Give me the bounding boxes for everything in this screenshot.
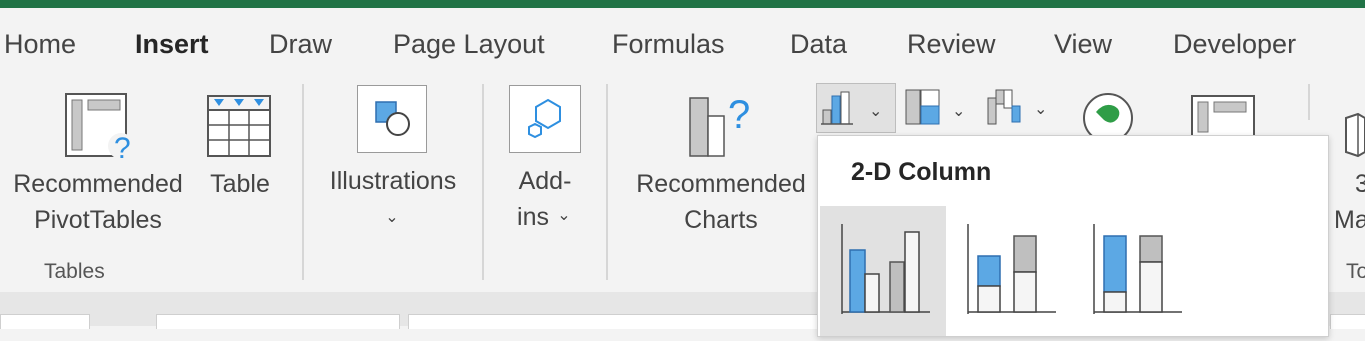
group-divider — [1308, 84, 1310, 120]
tab-draw[interactable]: Draw — [269, 26, 332, 62]
hierarchy-chart-button[interactable]: ⌄ — [904, 86, 970, 132]
3d-map-label-1[interactable]: 3 — [1355, 166, 1365, 202]
formula-bar-controls[interactable] — [156, 314, 400, 329]
tables-group-label: Tables — [44, 260, 105, 283]
app-top-accent-bar — [0, 0, 1365, 8]
group-divider — [606, 84, 608, 280]
tab-review[interactable]: Review — [907, 26, 996, 62]
illustrations-chevron-icon[interactable]: ⌄ — [380, 200, 404, 236]
column-chart-gallery: 2-D Column — [817, 135, 1329, 337]
addins-hexagon-icon — [528, 98, 561, 139]
clustered-column-option[interactable] — [820, 206, 946, 336]
shapes-icon — [375, 101, 410, 136]
gallery-section-header: 2-D Column — [851, 158, 992, 186]
group-divider — [302, 84, 304, 280]
tab-data[interactable]: Data — [790, 26, 847, 62]
tab-home[interactable]: Home — [4, 26, 76, 62]
formula-input-right[interactable] — [1330, 314, 1365, 329]
pivotchart-button[interactable] — [1190, 94, 1262, 136]
tab-formulas[interactable]: Formulas — [612, 26, 725, 62]
recommended-charts-label-1[interactable]: Recommended — [628, 166, 814, 202]
tab-page-layout[interactable]: Page Layout — [393, 26, 545, 62]
table-icon[interactable] — [206, 94, 274, 158]
waterfall-chart-button[interactable]: ⌄ — [984, 84, 1052, 130]
100-percent-stacked-column-option[interactable] — [1072, 206, 1198, 336]
ribbon-tabs: Home Insert Draw Page Layout Formulas Da… — [0, 8, 1365, 79]
recommended-charts-icon[interactable]: ? — [684, 90, 760, 160]
svg-text:⌄: ⌄ — [952, 103, 965, 120]
addins-button[interactable] — [509, 85, 581, 153]
svg-text:⌄: ⌄ — [869, 103, 882, 120]
name-box[interactable] — [0, 314, 90, 329]
recommended-pivottables-icon[interactable]: ? — [64, 92, 140, 162]
group-divider — [482, 84, 484, 280]
addins-chevron-icon[interactable]: ⌄ — [554, 198, 574, 234]
3d-map-icon[interactable] — [1338, 112, 1365, 158]
100-percent-stacked-column-icon — [1093, 224, 1182, 314]
table-label[interactable]: Table — [200, 166, 280, 202]
recommended-pivottables-label-1[interactable]: Recommended — [6, 166, 190, 202]
recommended-pivottables-label-2[interactable]: PivotTables — [6, 202, 190, 238]
column-chart-icon: ⌄ — [821, 91, 882, 125]
clustered-column-icon — [841, 224, 930, 314]
3d-map-label-2[interactable]: Ma — [1334, 202, 1365, 238]
insert-column-chart-button[interactable]: ⌄ — [816, 83, 896, 133]
tab-view[interactable]: View — [1054, 26, 1112, 62]
svg-text:?: ? — [114, 132, 131, 162]
svg-text:⌄: ⌄ — [1034, 101, 1047, 118]
stacked-column-icon — [967, 224, 1056, 314]
addins-label-1[interactable]: Add- — [505, 163, 585, 199]
stacked-column-option[interactable] — [946, 206, 1072, 336]
tab-insert[interactable]: Insert — [135, 26, 209, 62]
illustrations-button[interactable] — [357, 85, 427, 153]
svg-text:?: ? — [728, 93, 750, 137]
illustrations-label[interactable]: Illustrations — [320, 163, 466, 199]
tab-developer[interactable]: Developer — [1173, 26, 1296, 62]
maps-chart-button[interactable] — [1080, 90, 1136, 136]
tours-group-label: To — [1346, 260, 1365, 283]
addins-label-2[interactable]: ins — [505, 199, 561, 235]
formula-input[interactable] — [408, 314, 818, 329]
recommended-charts-label-2[interactable]: Charts — [628, 202, 814, 238]
